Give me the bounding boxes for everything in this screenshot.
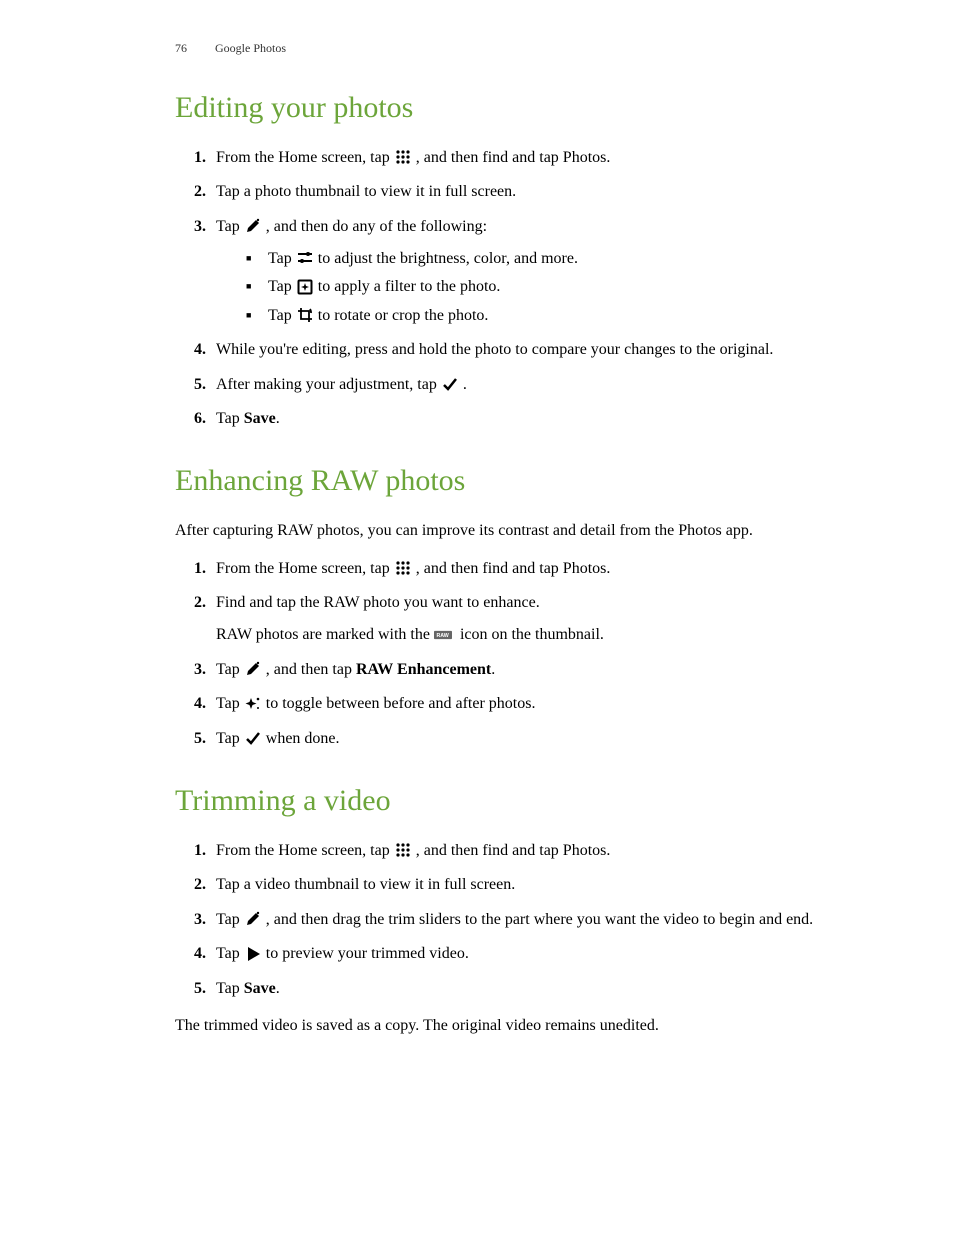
checkmark-icon	[441, 375, 459, 393]
play-icon	[244, 945, 262, 963]
steps-trim: From the Home screen, tap , and then fin…	[190, 840, 864, 1000]
substeps: Tap to adjust the brightness, color, and…	[246, 248, 864, 327]
crop-rotate-icon	[296, 306, 314, 324]
step: After making your adjustment, tap .	[210, 374, 864, 396]
text: Tap	[216, 218, 244, 235]
heading-raw: Enhancing RAW photos	[175, 460, 864, 502]
step: From the Home screen, tap , and then fin…	[210, 840, 864, 862]
text: to adjust the brightness, color, and mor…	[318, 250, 578, 267]
page-header: 76 Google Photos	[175, 40, 864, 57]
substep: Tap to rotate or crop the photo.	[246, 305, 864, 327]
text: , and then find and tap Photos.	[416, 560, 611, 577]
text: to apply a filter to the photo.	[318, 278, 501, 295]
apps-grid-icon	[394, 148, 412, 166]
pencil-icon	[244, 660, 262, 678]
heading-trim: Trimming a video	[175, 780, 864, 822]
text: Tap	[216, 730, 244, 747]
bold: RAW Enhancement	[356, 661, 491, 678]
heading-editing: Editing your photos	[175, 87, 864, 129]
bold: Save	[244, 980, 276, 997]
text: Tap	[216, 945, 244, 962]
text: Tap	[216, 911, 244, 928]
step: Tap , and then tap RAW Enhancement.	[210, 659, 864, 681]
apps-grid-icon	[394, 559, 412, 577]
header-section: Google Photos	[215, 41, 286, 55]
pencil-icon	[244, 910, 262, 928]
text: icon on the thumbnail.	[460, 626, 604, 643]
steps-editing: From the Home screen, tap , and then fin…	[190, 147, 864, 431]
text: Tap	[216, 695, 244, 712]
text: to preview your trimmed video.	[266, 945, 469, 962]
text: Tap	[268, 278, 296, 295]
text: After making your adjustment, tap	[216, 376, 441, 393]
substep: Tap to adjust the brightness, color, and…	[246, 248, 864, 270]
steps-raw: From the Home screen, tap , and then fin…	[190, 558, 864, 750]
text: .	[491, 661, 495, 678]
text: , and then drag the trim sliders to the …	[266, 911, 813, 928]
intro-raw: After capturing RAW photos, you can impr…	[175, 520, 864, 542]
sliders-icon	[296, 249, 314, 267]
raw-badge-icon: RAW	[434, 626, 456, 644]
text: , and then do any of the following:	[266, 218, 487, 235]
substep: Tap to apply a filter to the photo.	[246, 276, 864, 298]
pencil-icon	[244, 217, 262, 235]
text: Tap	[216, 661, 244, 678]
step: Find and tap the RAW photo you want to e…	[210, 592, 864, 647]
text: Tap	[268, 250, 296, 267]
text: .	[463, 376, 467, 393]
text: RAW photos are marked with the	[216, 626, 434, 643]
trim-footer: The trimmed video is saved as a copy. Th…	[175, 1015, 864, 1037]
text: .	[276, 410, 280, 427]
step: Tap Save.	[210, 408, 864, 430]
step: Tap to preview your trimmed video.	[210, 943, 864, 965]
step: From the Home screen, tap , and then fin…	[210, 558, 864, 580]
text: to toggle between before and after photo…	[266, 695, 536, 712]
step: Tap to toggle between before and after p…	[210, 693, 864, 715]
text: Find and tap the RAW photo you want to e…	[216, 594, 540, 611]
text: Tap a photo thumbnail to view it in full…	[216, 183, 516, 200]
text: when done.	[266, 730, 340, 747]
apps-grid-icon	[394, 841, 412, 859]
text: Tap	[216, 980, 244, 997]
step: Tap Save.	[210, 978, 864, 1000]
text: Tap a video thumbnail to view it in full…	[216, 876, 515, 893]
svg-text:RAW: RAW	[436, 633, 448, 639]
page-number: 76	[175, 40, 187, 57]
text: , and then tap	[266, 661, 356, 678]
step: While you're editing, press and hold the…	[210, 339, 864, 361]
text: From the Home screen, tap	[216, 149, 394, 166]
text: , and then find and tap Photos.	[416, 842, 611, 859]
step: Tap , and then do any of the following: …	[210, 216, 864, 328]
text: From the Home screen, tap	[216, 560, 394, 577]
step: Tap when done.	[210, 728, 864, 750]
text: Tap	[216, 410, 244, 427]
step: Tap a photo thumbnail to view it in full…	[210, 181, 864, 203]
text: .	[276, 980, 280, 997]
step: Tap , and then drag the trim sliders to …	[210, 909, 864, 931]
bold: Save	[244, 410, 276, 427]
text: Tap	[268, 307, 296, 324]
text: From the Home screen, tap	[216, 842, 394, 859]
checkmark-icon	[244, 729, 262, 747]
enhance-sparkle-icon	[244, 695, 262, 713]
text: While you're editing, press and hold the…	[216, 341, 773, 358]
text: , and then find and tap Photos.	[416, 149, 611, 166]
step: Tap a video thumbnail to view it in full…	[210, 874, 864, 896]
photo-filter-icon	[296, 278, 314, 296]
step: From the Home screen, tap , and then fin…	[210, 147, 864, 169]
text: to rotate or crop the photo.	[318, 307, 489, 324]
